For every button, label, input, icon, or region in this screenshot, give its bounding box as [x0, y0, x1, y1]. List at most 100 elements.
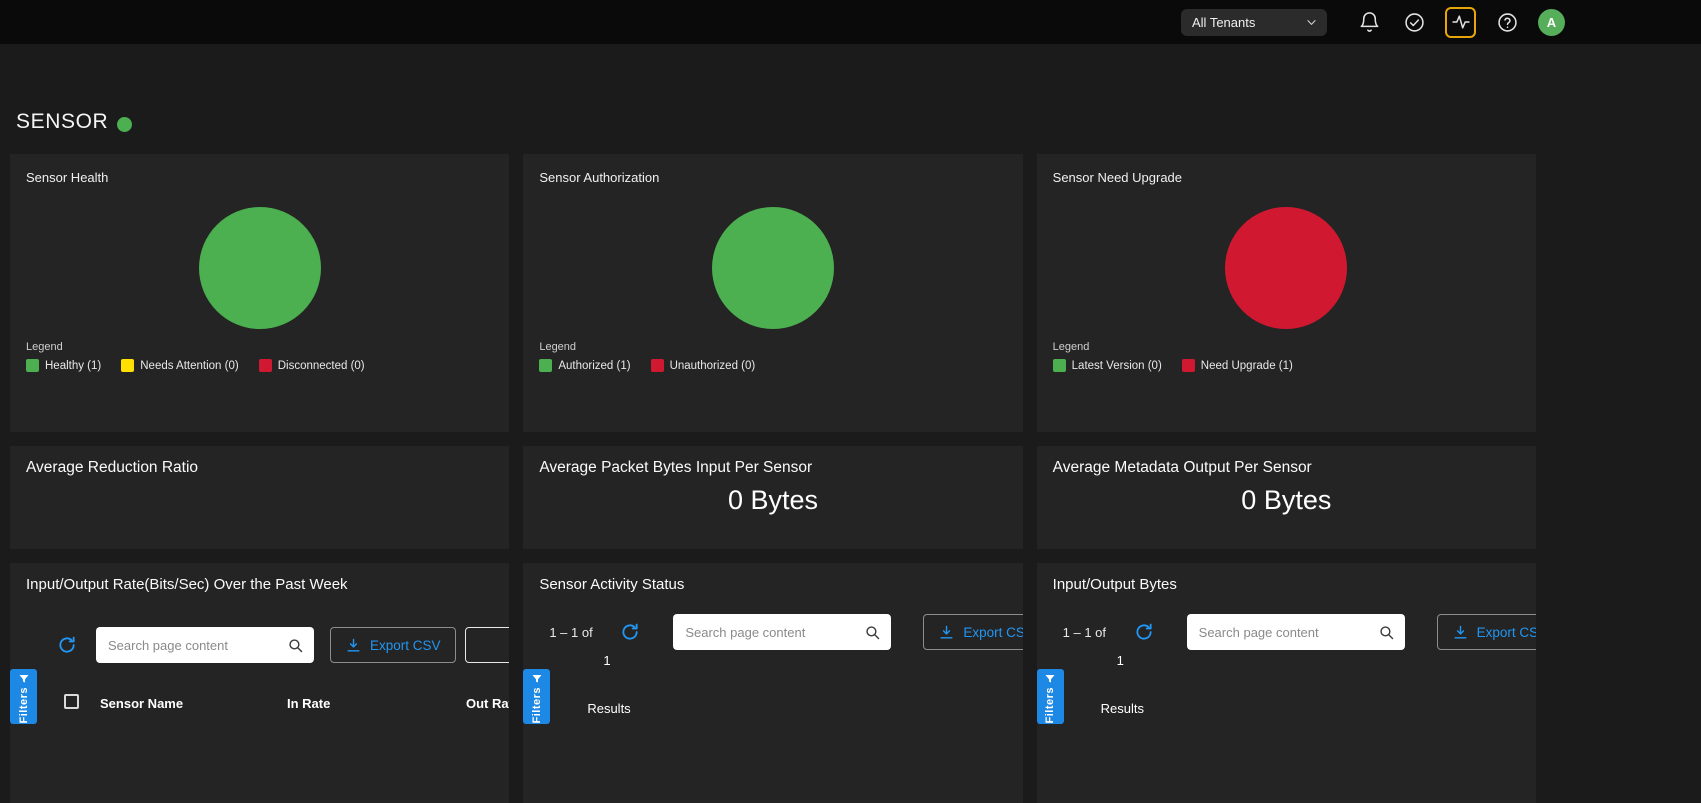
refresh-icon [1134, 622, 1154, 642]
column-header-in-rate[interactable]: In Rate [287, 696, 330, 711]
legend-swatch [26, 359, 39, 372]
panel-average-metadata-output: Average Metadata Output Per Sensor 0 Byt… [1037, 446, 1536, 549]
stat-value: 0 Bytes [1053, 485, 1520, 516]
tenant-select[interactable]: All Tenants [1181, 9, 1327, 36]
legend: Healthy (1) Needs Attention (0) Disconne… [26, 359, 493, 372]
legend-item-label: Healthy (1) [45, 360, 101, 372]
refresh-button[interactable] [56, 635, 78, 657]
panel-sensor-authorization: Sensor Authorization Legend Authorized (… [523, 154, 1022, 432]
notifications-button[interactable] [1355, 8, 1383, 36]
select-all-checkbox[interactable] [64, 694, 79, 709]
sensor-authorization-pie-chart[interactable] [712, 207, 834, 329]
filters-label: Filters [1044, 687, 1056, 724]
legend-item[interactable]: Needs Attention (0) [121, 359, 238, 372]
legend-item[interactable]: Authorized (1) [539, 359, 630, 372]
search-input[interactable] [673, 625, 864, 640]
filters-tab[interactable]: Filters [523, 669, 550, 724]
panel-title: Average Metadata Output Per Sensor [1053, 459, 1520, 477]
panel-sensor-health: Sensor Health Legend Healthy (1) Needs A… [10, 154, 509, 432]
search-box [96, 627, 314, 663]
pagination-info: 1 – 1 of [1063, 623, 1106, 643]
download-icon [345, 637, 362, 654]
legend-item-label: Latest Version (0) [1072, 360, 1162, 372]
panel-sensor-need-upgrade: Sensor Need Upgrade Legend Latest Versio… [1037, 154, 1536, 432]
panel-title: Sensor Need Upgrade [1053, 170, 1520, 185]
bell-icon [1358, 11, 1381, 34]
check-circle-icon [1403, 11, 1426, 34]
export-label: Export CSV [963, 625, 1022, 640]
legend-item[interactable]: Latest Version (0) [1053, 359, 1162, 372]
activity-icon [1451, 12, 1471, 32]
result-count: 1 [603, 653, 610, 668]
clipped-button[interactable] [465, 627, 509, 663]
refresh-button[interactable] [619, 622, 641, 644]
legend-swatch [259, 359, 272, 372]
help-icon [1496, 11, 1519, 34]
panel-title: Sensor Health [26, 170, 493, 185]
chevron-down-icon [1305, 16, 1318, 29]
filters-tab[interactable]: Filters [10, 669, 37, 724]
sensor-health-pie-chart[interactable] [199, 207, 321, 329]
panel-sensor-activity-status: Sensor Activity Status 1 – 1 of [523, 563, 1022, 803]
help-button[interactable] [1493, 8, 1521, 36]
column-header-sensor-name[interactable]: Sensor Name [100, 696, 183, 711]
legend-item[interactable]: Healthy (1) [26, 359, 101, 372]
pie-row: Sensor Health Legend Healthy (1) Needs A… [10, 154, 1536, 432]
legend: Latest Version (0) Need Upgrade (1) [1053, 359, 1520, 372]
search-input[interactable] [96, 638, 287, 653]
result-count: 1 [1117, 653, 1124, 668]
legend-item[interactable]: Disconnected (0) [259, 359, 365, 372]
export-csv-button[interactable]: Export CSV [1437, 614, 1536, 650]
pagination-info: 1 – 1 of [549, 623, 592, 643]
filter-icon [531, 673, 543, 685]
download-icon [1452, 624, 1469, 641]
legend-item-label: Authorized (1) [558, 360, 630, 372]
refresh-button[interactable] [1133, 622, 1155, 644]
panel-title: Sensor Activity Status [539, 576, 684, 593]
legend-item-label: Needs Attention (0) [140, 360, 238, 372]
topbar: All Tenants A [0, 0, 1701, 44]
legend-label: Legend [26, 341, 493, 353]
search-icon [864, 624, 881, 641]
avatar[interactable]: A [1538, 9, 1565, 36]
sensor-need-upgrade-pie-chart[interactable] [1225, 207, 1347, 329]
dashboard-content: Sensor Health Legend Healthy (1) Needs A… [10, 154, 1536, 803]
result-label: Results [1101, 701, 1144, 716]
legend-item-label: Need Upgrade (1) [1201, 360, 1293, 372]
panel-title: Input/Output Rate(Bits/Sec) Over the Pas… [26, 576, 348, 593]
export-label: Export CSV [370, 638, 441, 653]
tasks-button[interactable] [1400, 8, 1428, 36]
refresh-icon [57, 635, 77, 655]
search-box [1187, 614, 1405, 650]
legend-item-label: Unauthorized (0) [670, 360, 756, 372]
legend-item[interactable]: Unauthorized (0) [651, 359, 756, 372]
filter-icon [1044, 673, 1056, 685]
panel-average-reduction-ratio: Average Reduction Ratio [10, 446, 509, 549]
page-title: SENSOR [16, 110, 108, 134]
filters-label: Filters [531, 687, 543, 724]
export-label: Export CSV [1477, 625, 1536, 640]
sensor-monitor-button[interactable] [1445, 7, 1476, 38]
legend-label: Legend [539, 341, 1006, 353]
page-header: SENSOR [0, 44, 1701, 154]
filter-icon [18, 673, 30, 685]
panel-io-bytes: Input/Output Bytes 1 – 1 of [1037, 563, 1536, 803]
legend-label: Legend [1053, 341, 1520, 353]
panel-title: Average Reduction Ratio [26, 459, 493, 477]
filters-tab[interactable]: Filters [1037, 669, 1064, 724]
column-header-out-rate[interactable]: Out Rate [466, 696, 509, 711]
stat-row: Average Reduction Ratio Average Packet B… [10, 446, 1536, 549]
search-icon [287, 637, 304, 654]
panel-title: Sensor Authorization [539, 170, 1006, 185]
export-csv-button[interactable]: Export CSV [330, 627, 456, 663]
legend-swatch [1053, 359, 1066, 372]
legend-item-label: Disconnected (0) [278, 360, 365, 372]
result-label: Results [587, 701, 630, 716]
legend-item[interactable]: Need Upgrade (1) [1182, 359, 1293, 372]
legend-swatch [651, 359, 664, 372]
export-csv-button[interactable]: Export CSV [923, 614, 1022, 650]
panel-title: Input/Output Bytes [1053, 576, 1177, 593]
status-dot [117, 117, 132, 132]
filters-label: Filters [18, 687, 30, 724]
search-input[interactable] [1187, 625, 1378, 640]
